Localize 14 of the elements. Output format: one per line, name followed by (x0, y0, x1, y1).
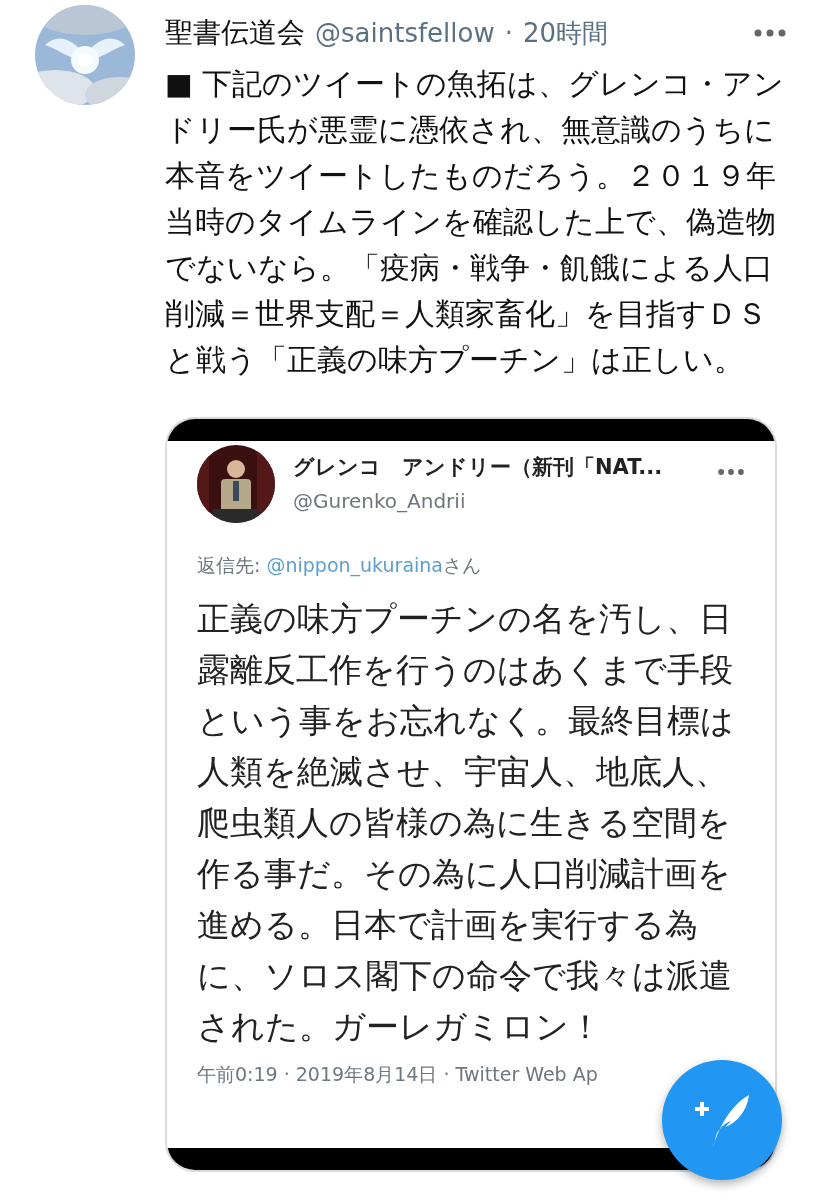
author-handle[interactable]: @saintsfellow (315, 18, 495, 48)
author-name: グレンコ アンドリー（新刊「NAT... (293, 454, 663, 481)
more-icon[interactable] (753, 28, 787, 38)
embedded-image-card[interactable] (165, 417, 777, 1172)
mention-link[interactable]: @nippon_ukuraina (266, 554, 443, 576)
reply-to-text: 返信先: @nippon_ukurainaさん (197, 553, 482, 579)
author-handle: @Gurenko_Andrii (293, 489, 467, 513)
tweet-text: 正義の味方プーチンの名を汚し、日露離反工作を行うのはあくまで手段という事をお忘れなく。最終目標は人類を絶滅させ、宇宙人、地底人、爬虫類人の皆様の為に生きる空間を作る事だ。その為に人口削減計画を進める。日本で計画を実行する為に、ソロス閣下の命令で我々は派遣された。ガーレガミロン！ (197, 598, 735, 1048)
tweet-time: 20時間 (522, 16, 609, 50)
separator: · (504, 18, 513, 48)
tweet-meta: 午前0:19 · 2019年8月14日 · Twitter Web Ap (197, 1062, 599, 1087)
more-icon[interactable] (717, 467, 745, 477)
tweet-text: ■ 下記のツイートの魚拓は、グレンコ・アンドリー氏が悪霊に憑依され、無意識のうちに本音をツイートしたものだろう。２０１９年当時のタイムラインを確認した上で、偽造物でないなら。「疫病・戦争・飢餓による人口削減＝世界支配＝人類家畜化」を目指すＤＳと戦う「正義の味方プーチン」は正しい。 (165, 66, 786, 379)
author-name[interactable]: 聖書伝道会 (165, 14, 305, 52)
